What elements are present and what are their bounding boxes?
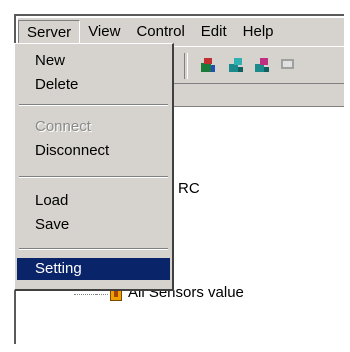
menu-item-save[interactable]: Save xyxy=(17,214,170,236)
toolbar-monitor-icon[interactable] xyxy=(278,55,298,75)
tree-node-partial-label[interactable]: RC xyxy=(178,180,200,197)
menu-item-new[interactable]: New xyxy=(17,50,170,72)
menu-separator xyxy=(19,248,168,250)
menu-control[interactable]: Control xyxy=(128,20,192,44)
server-menu-dropdown: New Delete Connect Disconnect Load Save … xyxy=(14,43,174,291)
toolbar-sensor-icon[interactable] xyxy=(226,55,246,75)
menu-item-connect[interactable]: Connect xyxy=(17,116,170,138)
tree-connector-branch xyxy=(96,294,108,295)
menu-view[interactable]: View xyxy=(80,20,128,44)
toolbar-connect-icon[interactable] xyxy=(198,55,218,75)
menu-separator xyxy=(19,104,168,106)
menu-edit[interactable]: Edit xyxy=(193,20,235,44)
menu-item-setting[interactable]: Setting xyxy=(17,258,170,280)
menu-item-disconnect[interactable]: Disconnect xyxy=(17,140,170,162)
toolbar-separator xyxy=(184,53,188,79)
tree-connector-horizontal xyxy=(74,294,96,295)
toolbar-sensor-alt-icon[interactable] xyxy=(252,55,272,75)
menu-item-delete[interactable]: Delete xyxy=(17,74,170,96)
menu-server[interactable]: Server xyxy=(18,20,81,44)
menu-help[interactable]: Help xyxy=(235,20,282,44)
menu-separator xyxy=(19,176,168,178)
menu-item-load[interactable]: Load xyxy=(17,190,170,212)
